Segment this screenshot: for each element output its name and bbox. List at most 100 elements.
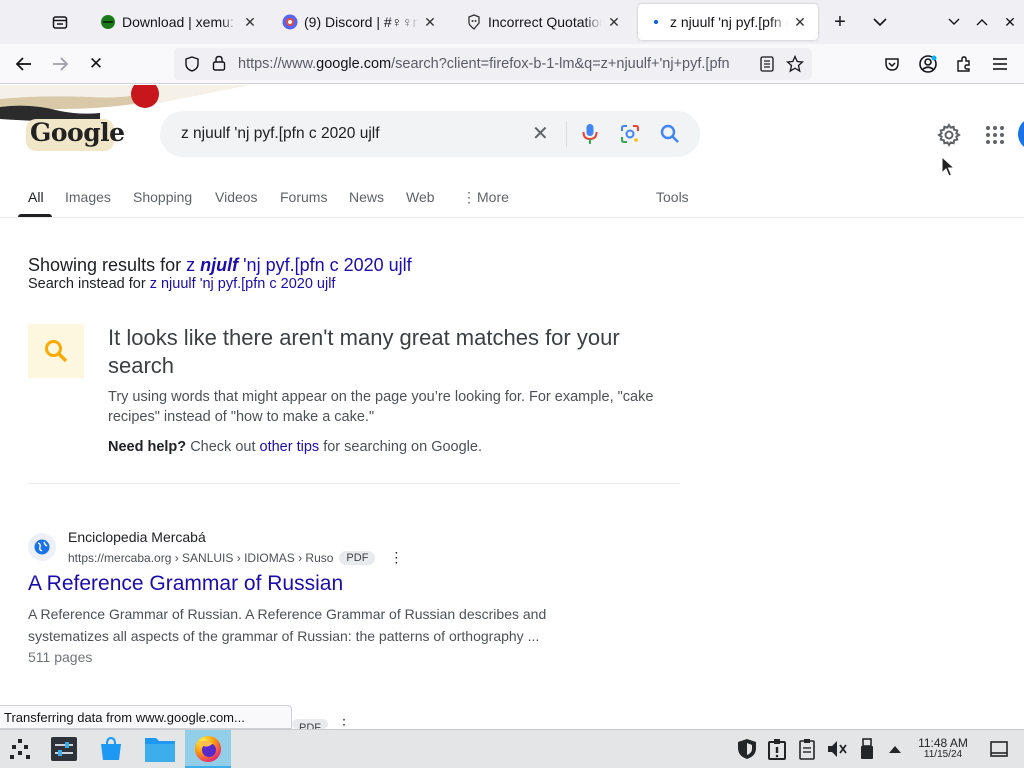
tab-shopping[interactable]: Shopping [133,189,192,205]
discover-store-icon[interactable] [98,736,124,767]
mouse-cursor-icon [940,155,956,183]
avatar[interactable] [1018,118,1024,150]
divider [28,483,680,484]
url-bar[interactable]: https://www.google.com/search?client=fir… [174,48,812,80]
forward-icon[interactable] [46,50,74,78]
corrected-query-part: 'nj pyf.[pfn c 2020 ujlf [243,255,412,275]
firefox-icon [193,734,223,769]
taskbar-firefox-active[interactable] [185,730,231,768]
voice-search-icon[interactable] [582,123,598,150]
file-manager-icon[interactable] [144,735,176,768]
result-menu-icon[interactable]: ⋮ [337,716,351,729]
clock[interactable]: 11:48 AM 11/15/24 [912,737,974,761]
showing-results-for: Showing results for z njulf 'nj pyf.[pfn… [28,255,412,276]
tip-help-text: Check out [190,439,256,455]
status-panel: Transferring data from www.google.com... [0,705,292,729]
tab-discord[interactable]: (9) Discord | #♀♀me ✕ [272,4,448,40]
minimize-icon[interactable] [940,8,968,36]
lens-search-icon[interactable] [620,124,640,149]
corrected-query-link[interactable]: z njulf 'nj pyf.[pfn c 2020 ujlf [186,255,412,275]
url-text: https://www.google.com/search?client=fir… [238,56,748,72]
clock-date: 11/15/24 [923,749,963,760]
search-divider [566,121,567,147]
tabs-divider [0,217,1024,218]
list-all-tabs-icon[interactable] [866,8,894,36]
pdf-badge: PDF [339,550,376,565]
corrected-word: njulf [200,255,239,275]
bookmark-star-icon[interactable] [785,54,805,78]
back-icon[interactable] [10,50,38,78]
system-settings-icon[interactable] [50,736,78,767]
search-box[interactable]: z njuulf 'nj pyf.[pfn c 2020 ujlf ✕ [160,111,700,157]
tip-search-icon [28,324,84,378]
result-page-count: 511 pages [28,649,93,665]
tracking-protection-icon[interactable] [184,56,200,77]
extensions-icon[interactable] [950,50,978,78]
volume-muted-icon[interactable] [826,738,848,760]
tab-xemu[interactable]: Download | xemu: O ✕ [90,4,268,40]
navigation-toolbar: ✕ https://www.google.com/search?client=f… [0,44,1024,84]
tab-videos[interactable]: Videos [215,189,258,205]
notifications-icon[interactable] [766,738,788,760]
tab-incorrect-quotation[interactable]: Incorrect Quotation ✕ [456,4,632,40]
search-instead-for: Search instead for z njuulf 'nj pyf.[pfn… [28,276,335,292]
search-input[interactable]: z njuulf 'nj pyf.[pfn c 2020 ujlf [181,125,380,143]
window-close-icon[interactable]: ✕ [996,8,1024,36]
show-hidden-icons-icon[interactable] [884,738,906,760]
original-query-link[interactable]: z njuulf 'nj pyf.[pfn c 2020 ujlf [150,276,336,292]
stop-loading-icon[interactable]: ✕ [82,50,110,78]
result-snippet: A Reference Grammar of Russian. A Refere… [28,606,547,644]
xemu-icon [100,14,116,30]
close-icon[interactable]: ✕ [792,14,808,30]
tip-body: Try using words that might appear on the… [108,389,654,425]
tab-more[interactable]: More [477,189,509,205]
app-menu-icon[interactable] [986,50,1014,78]
showing-label: Showing results for [28,255,182,275]
loading-dot-icon [648,14,664,30]
tab-forums[interactable]: Forums [280,189,327,205]
tab-label: z njuulf 'nj pyf.[pfn c [670,14,788,30]
clipboard-icon[interactable] [796,738,818,760]
tab-label: Incorrect Quotation [488,14,602,30]
account-icon[interactable] [914,50,942,78]
tools-button[interactable]: Tools [656,189,689,205]
close-icon[interactable]: ✕ [606,14,622,30]
close-icon[interactable]: ✕ [242,14,258,30]
taskbar [0,729,1024,768]
pocket-icon[interactable] [878,50,906,78]
settings-gear-icon[interactable] [937,123,961,152]
tab-images[interactable]: Images [65,189,111,205]
url-domain: google.com [316,56,392,72]
new-tab-icon[interactable]: + [826,8,854,36]
search-icon[interactable] [660,124,680,149]
show-desktop-icon[interactable] [988,738,1010,760]
maximize-icon[interactable] [968,8,996,36]
tab-strip: Download | xemu: O ✕ (9) Discord | #♀♀me… [0,0,1024,44]
reader-view-icon[interactable] [760,56,774,77]
tip-help-text: for searching on Google. [323,439,482,455]
tab-web[interactable]: Web [406,189,435,205]
tab-all[interactable]: All [28,189,44,205]
tab-google-search[interactable]: z njuulf 'nj pyf.[pfn c ✕ [638,4,818,40]
result-menu-icon[interactable]: ⋮ [389,549,403,566]
tab-label: (9) Discord | #♀♀me [304,14,418,30]
close-icon[interactable]: ✕ [422,14,438,30]
pdf-badge: PDF [292,719,328,729]
clear-search-icon[interactable]: ✕ [532,124,549,144]
result-title-link[interactable]: A Reference Grammar of Russian [28,572,343,596]
tip-heading: It looks like there aren't many great ma… [108,325,620,378]
security-shield-icon[interactable] [736,738,758,760]
lock-icon[interactable] [212,55,226,76]
result-breadcrumb[interactable]: https://mercaba.org › SANLUIS › IDIOMAS … [68,549,403,566]
other-tips-link[interactable]: other tips [260,439,320,455]
result-site-name[interactable]: Enciclopedia Mercabá [68,529,206,545]
firefox-view-icon[interactable] [46,8,74,36]
usb-device-icon[interactable] [856,738,878,760]
tab-news[interactable]: News [349,189,384,205]
clock-time: 11:48 AM [918,736,968,750]
application-launcher-icon[interactable] [8,737,32,766]
globe-icon [28,533,56,561]
google-apps-icon[interactable] [985,125,1005,150]
more-options-icon[interactable]: ⋮ [462,189,476,206]
google-logo[interactable]: Google [30,118,125,147]
